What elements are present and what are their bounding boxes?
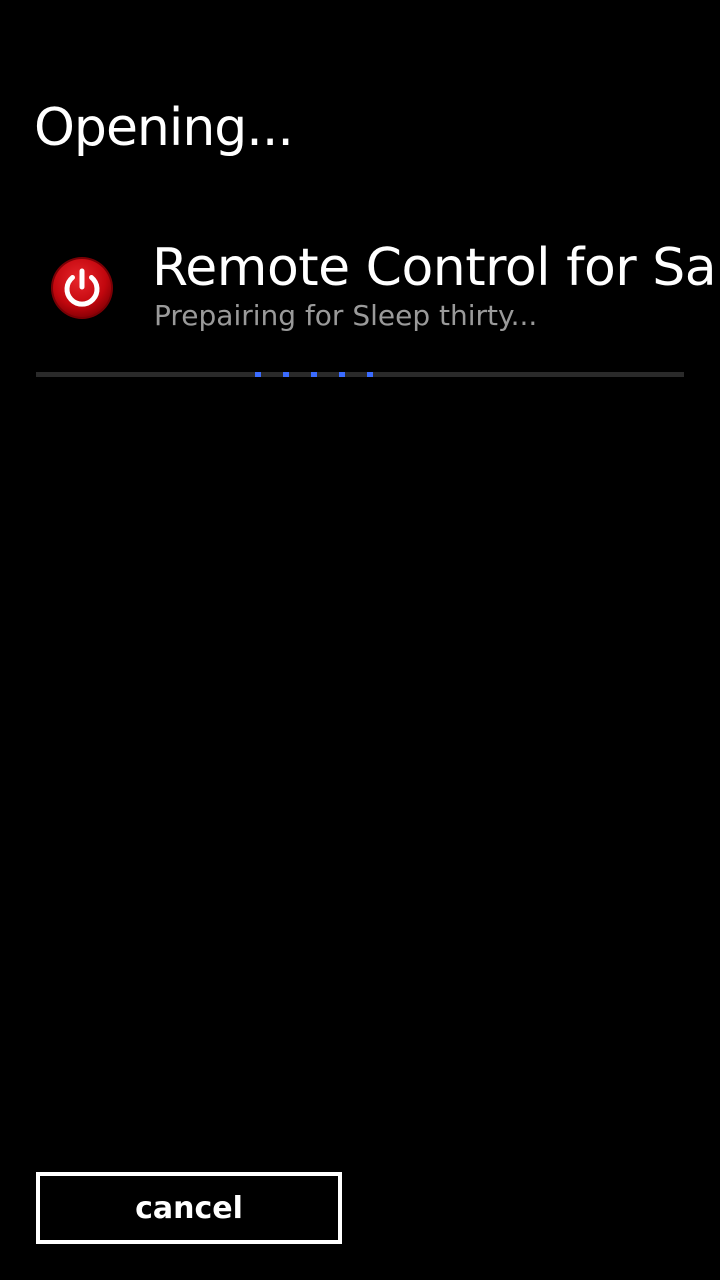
progress-dot bbox=[339, 372, 345, 377]
progress-dot bbox=[367, 372, 373, 377]
page-title: Opening... bbox=[34, 98, 294, 158]
power-icon bbox=[51, 257, 113, 319]
app-row: Remote Control for Sam Prepairing for Sl… bbox=[0, 232, 720, 342]
progress-dot bbox=[283, 372, 289, 377]
app-name: Remote Control for Sam bbox=[152, 238, 720, 298]
progress-bar bbox=[36, 372, 684, 377]
progress-dot bbox=[311, 372, 317, 377]
app-status: Prepairing for Sleep thirty... bbox=[154, 299, 538, 332]
app-icon bbox=[50, 256, 114, 320]
progress-dot bbox=[255, 372, 261, 377]
cancel-button[interactable]: cancel bbox=[36, 1172, 342, 1244]
